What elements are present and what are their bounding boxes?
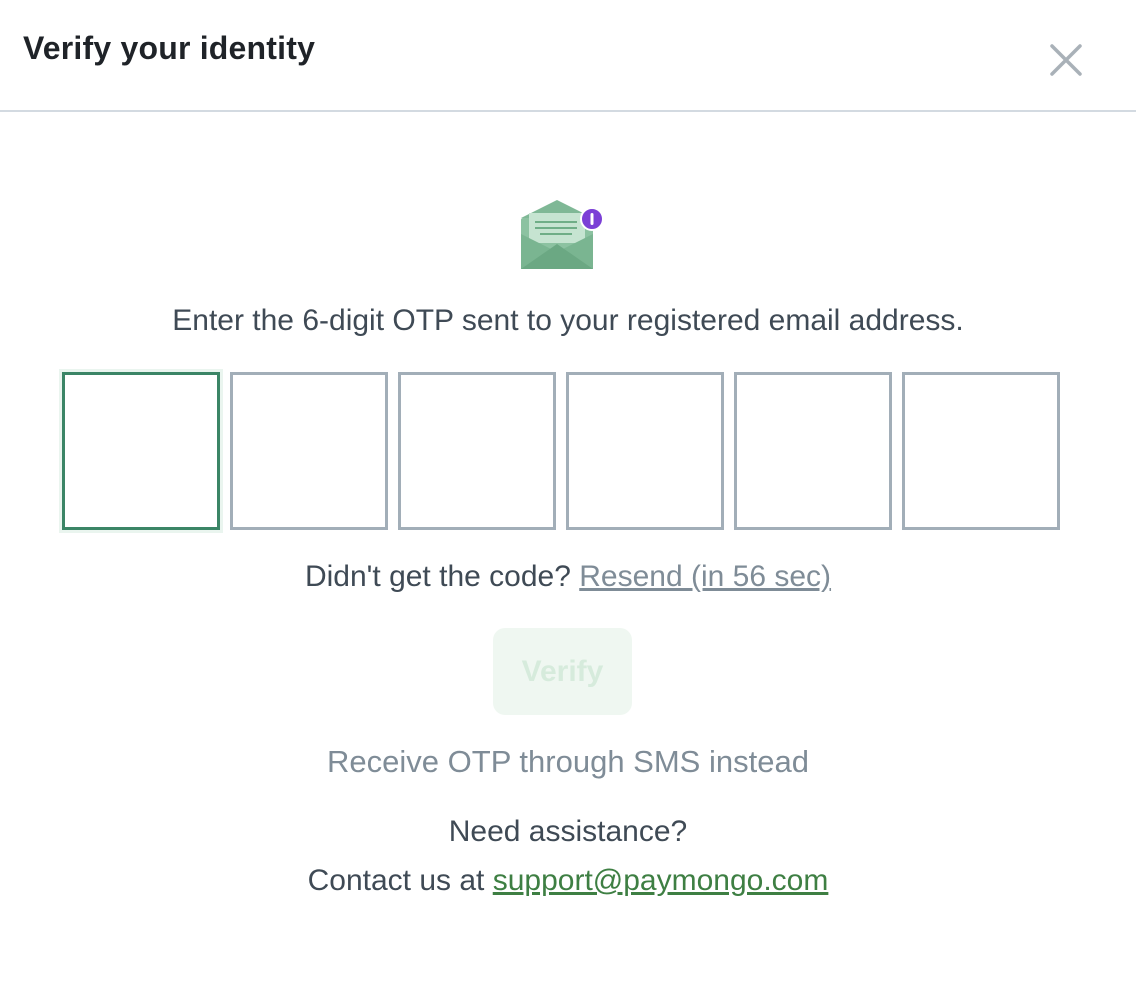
contact-prefix: Contact us at xyxy=(307,864,485,897)
resend-prompt: Didn't get the code? xyxy=(304,560,571,593)
otp-input-group xyxy=(62,372,1062,530)
envelope-icon xyxy=(521,200,604,269)
dialog-header: Verify your identity xyxy=(0,0,1136,112)
otp-digit-5[interactable] xyxy=(734,372,892,530)
close-button[interactable] xyxy=(1042,36,1090,84)
otp-digit-4[interactable] xyxy=(566,372,724,530)
otp-instruction: Enter the 6-digit OTP sent to your regis… xyxy=(172,304,964,337)
contact-row: Contact us at support@paymongo.com xyxy=(0,864,1136,898)
verify-identity-dialog: Verify your identity Enter the 6-digit O… xyxy=(0,0,1136,982)
otp-digit-2[interactable] xyxy=(230,372,388,530)
verify-button[interactable]: Verify xyxy=(493,628,632,715)
dialog-title: Verify your identity xyxy=(23,30,316,66)
need-assistance-text: Need assistance? xyxy=(448,815,688,848)
otp-digit-6[interactable] xyxy=(902,372,1060,530)
receive-otp-sms-link[interactable]: Receive OTP through SMS instead xyxy=(0,744,1136,780)
close-icon xyxy=(1050,44,1082,76)
support-email-link[interactable]: support@paymongo.com xyxy=(493,864,829,897)
resend-row: Didn't get the code? Resend (in 56 sec) xyxy=(0,560,1136,594)
resend-link[interactable]: Resend (in 56 sec) xyxy=(579,560,831,593)
otp-digit-3[interactable] xyxy=(398,372,556,530)
otp-digit-1[interactable] xyxy=(62,372,220,530)
